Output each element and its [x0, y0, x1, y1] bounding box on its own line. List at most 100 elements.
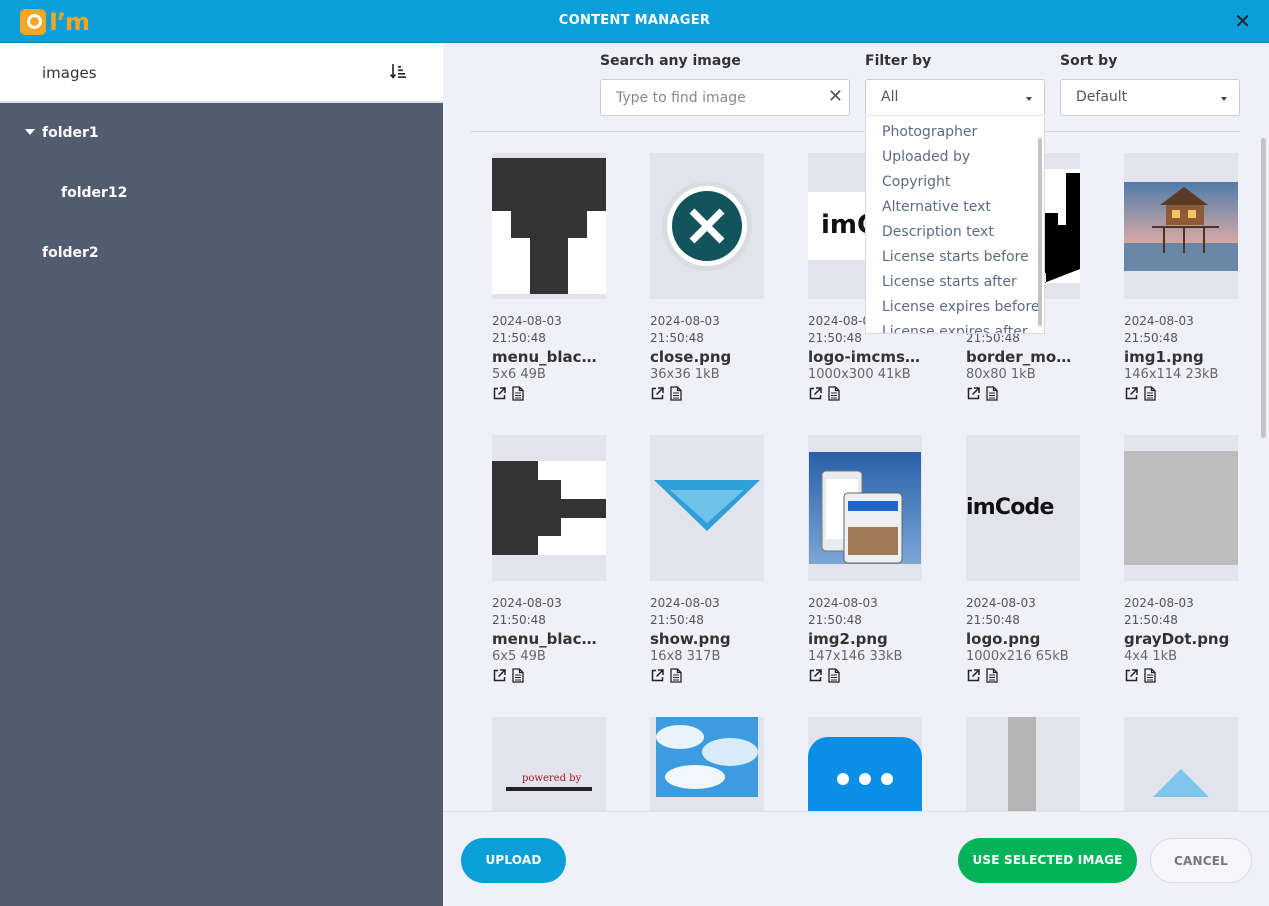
image-card[interactable] — [808, 717, 922, 811]
image-info-icon[interactable] — [984, 386, 999, 401]
window-title: CONTENT MANAGER — [558, 13, 711, 28]
image-date: 2024-08-0321:50:48 — [492, 314, 562, 345]
filter-option-uploaded-by[interactable]: Uploaded by — [882, 149, 970, 165]
card-actions — [966, 386, 1080, 401]
card-actions — [808, 668, 922, 683]
card-actions — [1124, 668, 1238, 683]
folder1-expand-caret-icon[interactable] — [25, 129, 35, 135]
image-date: 2024-08-0321:50:48 — [650, 596, 720, 627]
image-thumbnail[interactable]: imCode — [966, 435, 1080, 581]
open-in-new-icon[interactable] — [808, 386, 823, 401]
image-thumbnail[interactable] — [1124, 717, 1238, 811]
image-card[interactable] — [966, 717, 1080, 811]
image-card[interactable]: 2024-08-03 21:50:48 menu_black… 6x5 49B — [492, 435, 606, 683]
image-info-icon[interactable] — [668, 668, 683, 683]
filter-dropdown-arrow-icon — [1026, 97, 1032, 101]
sort-label: Sort by — [1060, 53, 1118, 69]
image-card[interactable]: 2024-08-03 21:50:48 show.png 16x8 317B — [650, 435, 764, 683]
image-info-icon[interactable] — [1142, 668, 1157, 683]
close-icon[interactable]: ✕ — [1234, 10, 1251, 32]
search-input[interactable] — [601, 80, 849, 115]
image-card[interactable] — [1124, 717, 1238, 811]
open-in-new-icon[interactable] — [966, 386, 981, 401]
grid-scrollbar[interactable] — [1261, 138, 1266, 438]
image-name: img2.png — [808, 630, 888, 648]
filter-option-license-expires-before[interactable]: License expires before — [882, 299, 1040, 315]
open-in-new-icon[interactable] — [650, 386, 665, 401]
close-thumbnail — [662, 181, 752, 271]
image-info-icon[interactable] — [1142, 386, 1157, 401]
use-selected-image-button[interactable]: USE SELECTED IMAGE — [958, 838, 1137, 883]
image-info-icon[interactable] — [668, 386, 683, 401]
image-info-icon[interactable] — [826, 386, 841, 401]
image-thumbnail[interactable] — [650, 435, 764, 581]
image-card[interactable] — [650, 717, 764, 811]
image-thumbnail[interactable] — [650, 153, 764, 299]
image-card[interactable]: powered by — [492, 717, 606, 811]
filter-selected-value: All — [881, 89, 899, 105]
sort-folders-icon[interactable] — [390, 63, 406, 79]
image-info-icon[interactable] — [984, 668, 999, 683]
open-in-new-icon[interactable] — [966, 668, 981, 683]
root-folder-label[interactable]: images — [42, 64, 97, 82]
image-card[interactable]: 2024-08-03 21:50:48 close.png 36x36 1kB — [650, 153, 764, 401]
sort-select[interactable]: Default — [1060, 79, 1240, 116]
image-card[interactable]: 2024-08-03 21:50:48 grayDot.png 4x4 1kB — [1124, 435, 1238, 683]
open-in-new-icon[interactable] — [1124, 668, 1139, 683]
sort-selected-value: Default — [1076, 89, 1128, 105]
image-dimensions: 4x4 1kB — [1124, 649, 1178, 664]
open-in-new-icon[interactable] — [650, 668, 665, 683]
triangle-thumbnail — [1153, 769, 1209, 797]
sidebar-folder-folder2[interactable]: folder2 — [42, 245, 99, 261]
folder-sidebar: images folder1 folder12 folder2 — [0, 43, 443, 906]
menu-black-thumbnail — [492, 158, 606, 294]
image-name: border_mov… — [966, 348, 1080, 366]
menu-black-2-thumbnail — [492, 461, 606, 555]
sidebar-folder-folder1[interactable]: folder1 — [42, 125, 99, 141]
image-thumbnail[interactable] — [1124, 153, 1238, 299]
image-thumbnail[interactable] — [650, 717, 764, 811]
image-card[interactable]: 2024-08-03 21:50:48 menu_black… 5x6 49B — [492, 153, 606, 401]
divider — [470, 131, 1240, 132]
upload-button[interactable]: UPLOAD — [461, 838, 566, 883]
image-thumbnail[interactable] — [966, 717, 1080, 811]
image-thumbnail[interactable] — [808, 717, 922, 811]
gray-dot-thumbnail — [1124, 451, 1238, 565]
filter-option-license-starts-after[interactable]: License starts after — [882, 274, 1017, 290]
footer-bar: UPLOAD USE SELECTED IMAGE CANCEL — [443, 811, 1269, 906]
image-info-icon[interactable] — [510, 386, 525, 401]
image-thumbnail[interactable]: powered by — [492, 717, 606, 811]
image-thumbnail[interactable] — [808, 435, 922, 581]
image-date: 2024-08-0321:50:48 — [650, 314, 720, 345]
image-card[interactable]: 2024-08-03 21:50:48 img2.png 147x146 33kB — [808, 435, 922, 683]
image-card[interactable]: imCode 2024-08-03 21:50:48 logo.png 1000x… — [966, 435, 1080, 683]
filter-option-alternative-text[interactable]: Alternative text — [882, 199, 991, 215]
sidebar-header: images — [0, 43, 443, 103]
image-info-icon[interactable] — [826, 668, 841, 683]
open-in-new-icon[interactable] — [492, 668, 507, 683]
open-in-new-icon[interactable] — [1124, 386, 1139, 401]
dropdown-scrollbar[interactable] — [1038, 138, 1042, 326]
filter-select[interactable]: All — [865, 79, 1045, 116]
filter-option-copyright[interactable]: Copyright — [882, 174, 950, 190]
cancel-button[interactable]: CANCEL — [1150, 838, 1252, 883]
sidebar-folder-folder12[interactable]: folder12 — [61, 185, 127, 201]
card-actions — [492, 668, 606, 683]
image-name: logo.png — [966, 630, 1041, 648]
open-in-new-icon[interactable] — [492, 386, 507, 401]
filter-option-license-starts-before[interactable]: License starts before — [882, 249, 1029, 265]
image-card[interactable]: 2024-08-03 21:50:48 img1.png 146x114 23kB — [1124, 153, 1238, 401]
clear-search-icon[interactable]: ✕ — [828, 87, 843, 107]
image-thumbnail[interactable] — [1124, 435, 1238, 581]
image-info-icon[interactable] — [510, 668, 525, 683]
image-thumbnail[interactable] — [492, 435, 606, 581]
filter-label: Filter by — [865, 53, 932, 69]
powered-by-logo-fragment — [506, 787, 592, 793]
filter-option-license-expires-after[interactable]: License expires after — [882, 324, 1028, 333]
filter-option-description-text[interactable]: Description text — [882, 224, 994, 240]
image-name: grayDot.png — [1124, 630, 1230, 648]
image-name: menu_black… — [492, 630, 606, 648]
open-in-new-icon[interactable] — [808, 668, 823, 683]
image-thumbnail[interactable] — [492, 153, 606, 299]
filter-option-photographer[interactable]: Photographer — [882, 124, 977, 140]
